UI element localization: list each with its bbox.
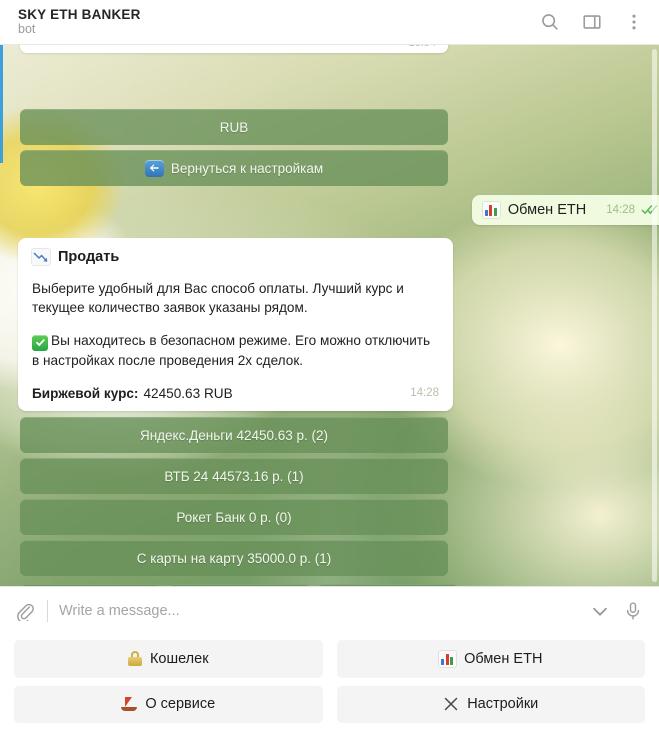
- chat-scrollbar-thumb[interactable]: [652, 49, 657, 582]
- inline-button-back-to-settings[interactable]: Вернуться к настройкам: [20, 150, 448, 186]
- inline-button-rub-label: RUB: [219, 119, 249, 135]
- paperclip-icon[interactable]: [14, 600, 35, 621]
- outgoing-message-time: 14:28: [606, 204, 635, 216]
- header-actions: [539, 11, 645, 33]
- reply-keyboard: Кошелек Обмен ETH О сервисе Настройки: [0, 634, 659, 731]
- chevron-down-icon[interactable]: [589, 600, 611, 622]
- bar-chart-emoji: [439, 650, 457, 667]
- message-input[interactable]: [47, 599, 577, 622]
- reply-button-settings[interactable]: Настройки: [336, 685, 645, 723]
- pagination-cancel-button[interactable]: Отмена (2): [168, 584, 311, 586]
- payment-button-label: С карты на карту 35000.0 р. (1): [136, 550, 332, 566]
- reply-button-wallet[interactable]: Кошелек: [14, 640, 323, 678]
- pagination-prev-button[interactable]: 1/9: [20, 584, 163, 586]
- chat-title: SKY ETH BANKER: [18, 7, 141, 22]
- payment-button-card-to-card[interactable]: С карты на карту 35000.0 р. (1): [20, 540, 448, 576]
- incoming-paragraph-1: Выберите удобный для Вас способ оплаты. …: [32, 281, 404, 315]
- microphone-icon[interactable]: [623, 600, 643, 622]
- reply-button-about-service[interactable]: О сервисе: [14, 685, 323, 723]
- payment-button-rocket-bank[interactable]: Рокет Банк 0 р. (0): [20, 499, 448, 535]
- payment-button-label: Яндекс.Деньги 42450.63 р. (2): [139, 427, 329, 443]
- payment-button-label: ВТБ 24 44573.16 р. (1): [164, 468, 304, 484]
- message-composer: [0, 586, 659, 634]
- white-check-mark-emoji: [32, 334, 48, 351]
- pagination-next-button[interactable]: 3/9: [316, 584, 459, 586]
- chat-header-titles[interactable]: SKY ETH BANKER bot: [18, 7, 141, 37]
- reply-button-label: Кошелек: [149, 650, 209, 667]
- payment-methods-keyboard: Яндекс.Деньги 42450.63 р. (2) ВТБ 24 445…: [0, 417, 448, 581]
- top-inline-keyboard: RUB Вернуться к настройкам: [0, 109, 448, 191]
- payment-button-yandex-money[interactable]: Яндекс.Деньги 42450.63 р. (2): [20, 417, 448, 453]
- pagination-row: 1/9 Отмена (2) 3/9: [20, 584, 459, 586]
- payment-button-label: Рокет Банк 0 р. (0): [176, 509, 292, 525]
- incoming-bubble[interactable]: Продать Выберите удобный для Вас способ …: [18, 238, 453, 411]
- lock-emoji: [127, 651, 142, 667]
- exchange-rate-label: Биржевой курс:: [32, 385, 139, 401]
- clipped-message-bubble[interactable]: 13:54: [20, 45, 448, 53]
- message-scroll-area[interactable]: 13:54 RUB Вернуться к настройкам Об: [0, 45, 659, 586]
- outgoing-message[interactable]: Обмен ETH 14:28: [471, 195, 659, 225]
- pagination-row-wrapper: 1/9 Отмена (2) 3/9: [0, 584, 459, 586]
- inline-button-back-to-settings-label: Вернуться к настройкам: [170, 160, 324, 176]
- outgoing-bubble: Обмен ETH 14:28: [471, 195, 659, 225]
- incoming-paragraph-2-row: Вы находитесь в безопасном режиме. Его м…: [32, 331, 439, 370]
- exchange-rate-row: Биржевой курс: 42450.63 RUB 14:28: [32, 384, 439, 403]
- chart-decreasing-emoji: [32, 249, 50, 265]
- unread-accent-bar: [0, 45, 3, 163]
- incoming-paragraph-2: Вы находитесь в безопасном режиме. Его м…: [32, 333, 431, 368]
- payment-button-vtb-24[interactable]: ВТБ 24 44573.16 р. (1): [20, 458, 448, 494]
- chat-status: bot: [18, 22, 36, 36]
- reply-button-label: Обмен ETH: [464, 650, 543, 667]
- inline-button-rub[interactable]: RUB: [20, 109, 448, 145]
- incoming-bubble-title: Продать: [58, 249, 120, 265]
- clipped-message-time: 13:54: [408, 45, 436, 49]
- more-vertical-icon[interactable]: [623, 11, 645, 33]
- outgoing-message-text: Обмен ETH: [507, 202, 587, 218]
- reply-button-exchange-eth[interactable]: Обмен ETH: [336, 640, 645, 678]
- incoming-message-time: 14:28: [410, 386, 439, 399]
- incoming-bubble-title-row: Продать: [32, 249, 439, 265]
- chat-header: SKY ETH BANKER bot: [0, 0, 659, 45]
- reply-button-label: О сервисе: [145, 696, 216, 713]
- sailboat-emoji: [121, 696, 138, 712]
- bar-chart-emoji: [482, 202, 500, 218]
- sidebar-toggle-icon[interactable]: [581, 11, 603, 33]
- telegram-chat-window: SKY ETH BANKER bot RUB Вернуться к настр…: [0, 0, 659, 731]
- left-arrow-emoji: [144, 159, 164, 177]
- hammer-and-wrench-emoji: [443, 696, 459, 712]
- message-list: 13:54 RUB Вернуться к настройкам Об: [0, 45, 659, 586]
- reply-button-label: Настройки: [467, 696, 539, 713]
- chat-scrollbar[interactable]: [652, 49, 657, 582]
- search-icon[interactable]: [539, 11, 561, 33]
- exchange-rate-value: 42450.63 RUB: [143, 385, 233, 401]
